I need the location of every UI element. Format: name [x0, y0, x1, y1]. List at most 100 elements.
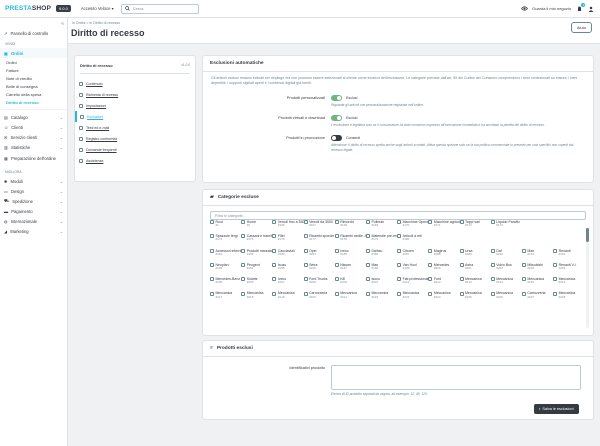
checkbox[interactable]: [334, 220, 339, 225]
sidebar-item-support[interactable]: ✉ Servizio clienti ⌄: [0, 132, 67, 142]
category-checkbox-item[interactable]: Mercedes-Benz #205: [210, 277, 241, 291]
category-checkbox-item[interactable]: Isuzu #210: [365, 277, 397, 291]
checkbox[interactable]: [428, 248, 433, 253]
category-checkbox-item[interactable]: Tappi vari #172: [459, 220, 491, 234]
category-checkbox-item[interactable]: Ford Trucks #208: [303, 277, 335, 291]
category-checkbox-item[interactable]: Opel #184: [303, 248, 335, 263]
category-checkbox-item[interactable]: Solaris #206: [241, 277, 272, 291]
virtual-products-switch[interactable]: [331, 114, 342, 121]
category-checkbox-item[interactable]: Meccanica #215: [521, 277, 553, 291]
checkbox[interactable]: [272, 291, 277, 296]
custom-products-switch[interactable]: [331, 94, 342, 101]
checkbox[interactable]: [428, 277, 433, 282]
search-input[interactable]: Cerca: [120, 3, 199, 14]
checkbox[interactable]: [490, 262, 495, 267]
category-checkbox-item[interactable]: Veicoli fino a 3500 #166: [272, 220, 304, 234]
checkbox[interactable]: [553, 262, 558, 267]
checkbox[interactable]: [521, 248, 526, 253]
checkbox[interactable]: [490, 248, 495, 253]
sidebar-item-customers[interactable]: ☺ Clienti ⌄: [0, 122, 67, 132]
checkbox[interactable]: [521, 277, 526, 282]
sidebar-sub-invoices[interactable]: Fatture: [0, 66, 67, 74]
checkbox[interactable]: [553, 277, 558, 282]
category-checkbox-item[interactable]: Ursa #189: [459, 249, 491, 263]
quick-access-dropdown[interactable]: Accesso Veloce ▾: [81, 6, 114, 11]
checkbox[interactable]: [397, 262, 402, 267]
checkbox[interactable]: [303, 248, 308, 253]
category-checkbox-item[interactable]: Ricambi sedile Jcrt Grammer#178: [334, 234, 366, 248]
checkbox[interactable]: [272, 262, 277, 267]
promo-products-switch[interactable]: [331, 135, 342, 142]
sidebar-item-shipping[interactable]: ⛟ Spedizione ⌄: [0, 196, 67, 206]
collapse-sidebar-icon[interactable]: «: [61, 21, 64, 27]
checkbox[interactable]: [210, 262, 214, 267]
category-checkbox-item[interactable]: Daihsu #186: [365, 248, 397, 263]
category-checkbox-item[interactable]: Meccanica #225: [459, 291, 491, 305]
category-checkbox-item[interactable]: Meccanica #223: [397, 291, 428, 305]
category-checkbox-item[interactable]: Rimorchi #168: [334, 220, 366, 234]
category-checkbox-item[interactable]: Filtri #176: [272, 234, 303, 248]
sidebar-sub-delivery-slips[interactable]: Bolle di consegna: [0, 82, 67, 90]
checkbox[interactable]: [365, 291, 370, 296]
category-checkbox-item[interactable]: Meccanica #221: [334, 291, 366, 305]
checkbox[interactable]: [397, 248, 402, 253]
category-checkbox-item[interactable]: Citroen #187: [397, 249, 428, 263]
tab-texts-emails[interactable]: Testi ed e-mail: [75, 122, 195, 133]
category-checkbox-item[interactable]: Setra #196: [303, 262, 335, 277]
category-checkbox-item[interactable]: Meccanica #216: [553, 277, 584, 291]
sidebar-item-payment[interactable]: ▬ Pagamento ⌄: [0, 206, 67, 216]
category-checkbox-item[interactable]: Materiale pre-revisione#179: [365, 234, 397, 248]
category-checkbox-item[interactable]: Liquido Paraflu #173: [490, 220, 522, 234]
category-checkbox-item[interactable]: Iveco #207: [272, 277, 303, 291]
category-checkbox-item[interactable]: Isuzu #195: [272, 263, 303, 277]
checkbox[interactable]: [521, 262, 526, 267]
category-checkbox-item[interactable]: Fiat professional #211: [397, 277, 428, 291]
category-checkbox-item[interactable]: Meccanica #217: [210, 291, 241, 305]
category-checkbox-item[interactable]: Neoplan #193: [210, 263, 241, 277]
tab-support[interactable]: Assistenza: [75, 155, 195, 166]
checkbox[interactable]: [303, 262, 308, 267]
category-checkbox-item[interactable]: Meccanica #218: [241, 291, 272, 305]
checkbox[interactable]: [210, 277, 214, 282]
sidebar-item-dashboard[interactable]: ↗ Pannello di controllo: [0, 28, 67, 38]
category-checkbox-item[interactable]: Man #191: [521, 248, 553, 263]
bell-icon[interactable]: 1: [575, 2, 585, 13]
sidebar-item-international[interactable]: ◍ Internazionale ⌄: [0, 216, 67, 226]
tab-exclusions[interactable]: Esclusioni: [75, 111, 195, 122]
category-checkbox-item[interactable]: Meccanica #222: [365, 291, 397, 305]
checkbox[interactable]: [365, 248, 370, 253]
tab-content[interactable]: Contenuto: [75, 78, 195, 89]
tab-settings[interactable]: Impostazioni: [75, 100, 195, 111]
sidebar-item-modules[interactable]: ✱ Moduli ⌄: [0, 176, 67, 186]
checkbox[interactable]: [459, 262, 464, 267]
checkbox[interactable]: [428, 262, 433, 267]
category-checkbox-item[interactable]: Veicoli da 3500 #167: [303, 220, 335, 234]
category-checkbox-item[interactable]: Van Hool #199: [397, 263, 428, 277]
checkbox[interactable]: [303, 291, 308, 296]
category-checkbox-item[interactable]: Carrozzeria #227: [521, 291, 553, 305]
checkbox[interactable]: [272, 248, 277, 253]
checkbox[interactable]: [553, 291, 558, 296]
category-checkbox-item[interactable]: Carrozzeria #220: [303, 291, 335, 305]
checkbox[interactable]: [365, 234, 370, 239]
checkbox[interactable]: [241, 277, 246, 282]
checkbox[interactable]: [459, 291, 464, 296]
checkbox[interactable]: [459, 220, 464, 225]
category-checkbox-item[interactable]: Renault #192: [553, 249, 584, 263]
category-checkbox-item[interactable]: Daf #190: [490, 248, 522, 263]
checkbox[interactable]: [428, 220, 433, 225]
category-checkbox-item[interactable]: Meccanica #213: [459, 277, 491, 291]
checkbox[interactable]: [334, 291, 339, 296]
category-checkbox-item[interactable]: Cacciaviali #183: [272, 249, 303, 263]
category-checkbox-item[interactable]: Root #1: [210, 220, 241, 234]
checkbox[interactable]: [334, 277, 339, 282]
checkbox[interactable]: [303, 234, 308, 239]
category-checkbox-item[interactable]: Meccanica #228: [553, 291, 584, 305]
category-checkbox-item[interactable]: Iveco #185: [334, 249, 366, 263]
checkbox[interactable]: [272, 220, 277, 225]
checkbox[interactable]: [241, 262, 246, 267]
category-checkbox-item[interactable]: Ford #212: [428, 277, 459, 291]
checkbox[interactable]: [210, 234, 214, 239]
category-checkbox-item[interactable]: Volvo Bus #202: [490, 262, 522, 277]
category-checkbox-item[interactable]: Nissan #197: [334, 263, 366, 277]
